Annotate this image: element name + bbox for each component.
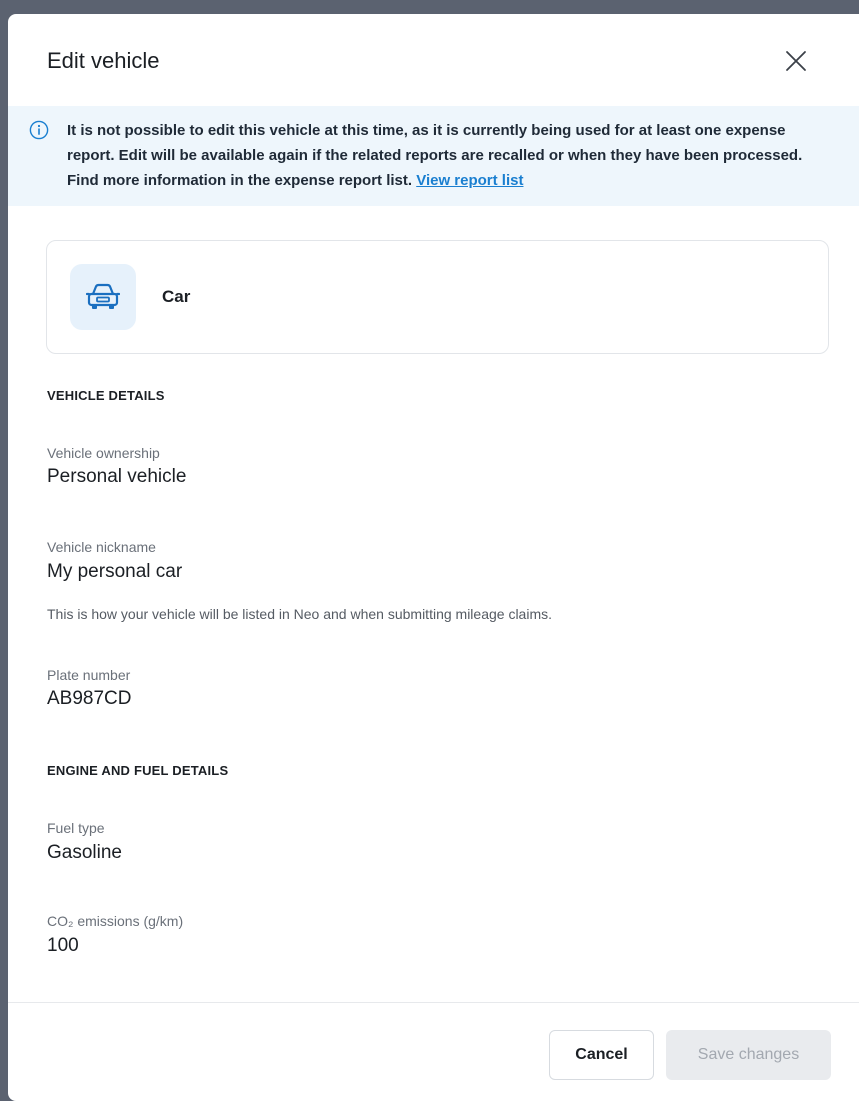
vehicle-nickname-label: Vehicle nickname [47, 539, 156, 555]
vehicle-nickname-value: My personal car [47, 561, 183, 582]
footer-divider [8, 1002, 859, 1003]
dialog-title: Edit vehicle [47, 48, 160, 73]
plate-number-value: AB987CD [47, 688, 132, 709]
close-icon [786, 51, 806, 71]
vehicle-nickname-help: This is how your vehicle will be listed … [47, 606, 553, 622]
cancel-button[interactable]: Cancel [549, 1030, 654, 1080]
vehicle-type-label: Car [162, 287, 191, 306]
vehicle-ownership-value: Personal vehicle [47, 466, 187, 487]
view-report-list-link[interactable]: View report list [416, 172, 523, 189]
fuel-type-value: Gasoline [47, 842, 122, 863]
co2-emissions-label: CO₂ emissions (g/km) [47, 913, 184, 929]
engine-details-heading: ENGINE AND FUEL DETAILS [47, 763, 229, 778]
info-icon [29, 120, 49, 140]
dialog-header: Edit vehicle [8, 14, 859, 106]
plate-number-label: Plate number [47, 667, 131, 683]
banner-message: It is not possible to edit this vehicle … [67, 118, 837, 193]
fuel-type-label: Fuel type [47, 820, 105, 836]
vehicle-ownership-label: Vehicle ownership [47, 445, 160, 461]
co2-emissions-value: 100 [47, 935, 79, 956]
edit-vehicle-dialog: Edit vehicle It is not possible to edit … [8, 14, 859, 1101]
save-changes-button[interactable]: Save changes [666, 1030, 831, 1080]
info-banner: It is not possible to edit this vehicle … [8, 106, 859, 206]
car-icon [86, 283, 120, 309]
vehicle-details-heading: VEHICLE DETAILS [47, 388, 165, 403]
vehicle-type-icon-box [70, 264, 136, 330]
vehicle-type-card: Car [46, 240, 829, 354]
close-button[interactable] [778, 43, 814, 79]
